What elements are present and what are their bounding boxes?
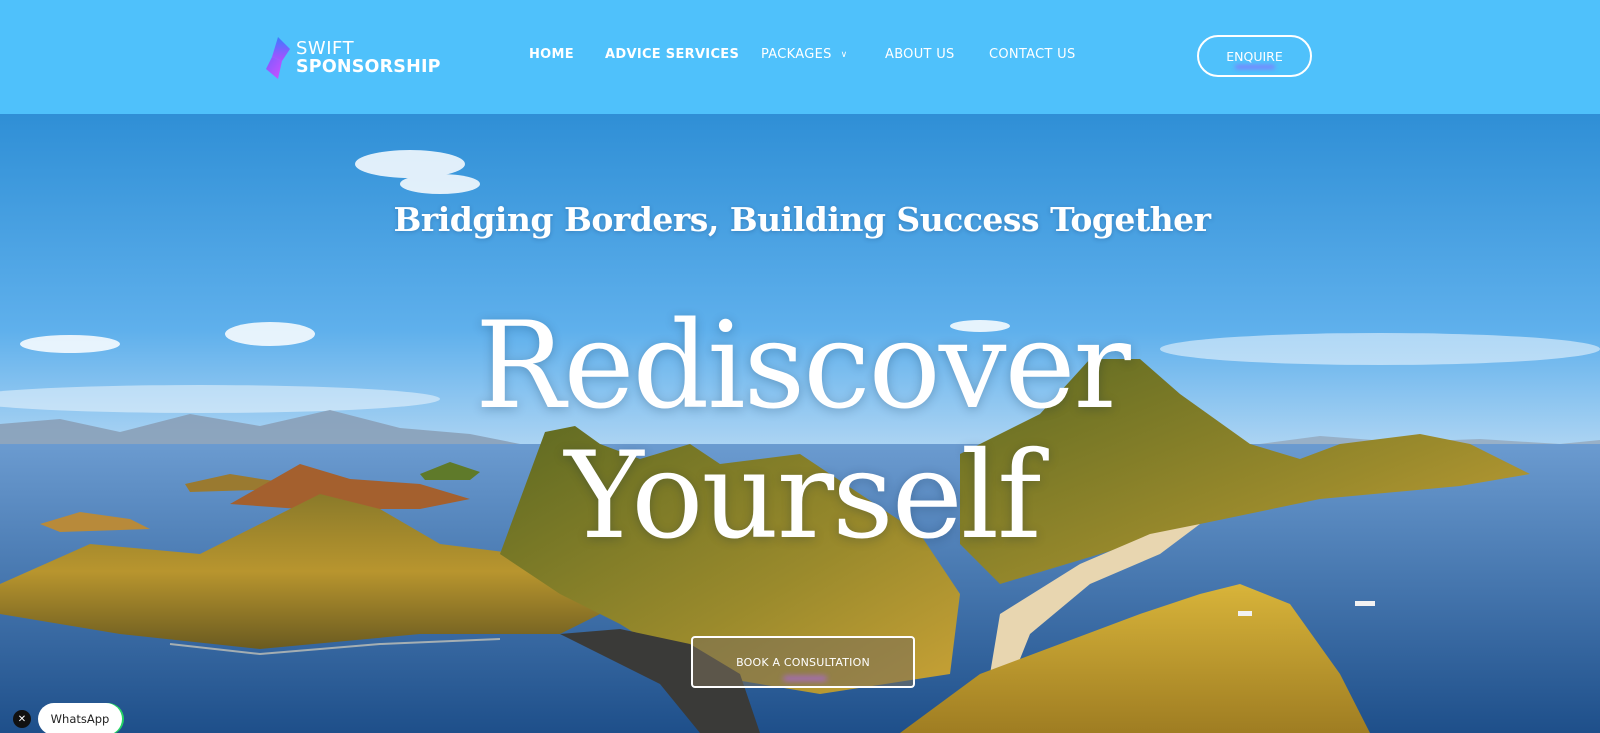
close-icon[interactable]: ✕ — [13, 710, 31, 728]
hero-section: Bridging Borders, Building Success Toget… — [0, 114, 1600, 733]
nav-home[interactable]: HOME — [529, 47, 574, 62]
book-consultation-button[interactable]: BOOK A CONSULTATION — [691, 636, 915, 688]
nav-packages-label: PACKAGES — [761, 47, 832, 62]
nav-contact-us[interactable]: CONTACT US — [989, 47, 1076, 62]
nav-about-us[interactable]: ABOUT US — [885, 47, 955, 62]
button-glow — [1235, 65, 1275, 69]
hero-headline: Rediscover Yourself — [0, 302, 1600, 562]
whatsapp-label: WhatsApp — [50, 712, 110, 726]
site-header: SWIFT SPONSORSHIP HOME ADVICE SERVICES P… — [0, 0, 1600, 114]
button-glow — [783, 676, 827, 681]
whatsapp-button[interactable]: WhatsApp — [38, 703, 122, 733]
headline-line-2: Yourself — [564, 427, 1041, 566]
main-nav: HOME ADVICE SERVICES PACKAGES ∨ ABOUT US … — [0, 47, 1600, 67]
headline-line-1: Rediscover — [475, 297, 1131, 436]
enquire-label: ENQUIRE — [1226, 48, 1283, 64]
hero-tagline: Bridging Borders, Building Success Toget… — [393, 200, 1211, 239]
enquire-button[interactable]: ENQUIRE — [1197, 35, 1312, 77]
cta-label: BOOK A CONSULTATION — [736, 655, 870, 669]
nav-packages[interactable]: PACKAGES ∨ — [761, 47, 848, 62]
nav-advice-services[interactable]: ADVICE SERVICES — [605, 47, 739, 62]
chevron-down-icon: ∨ — [840, 50, 848, 60]
